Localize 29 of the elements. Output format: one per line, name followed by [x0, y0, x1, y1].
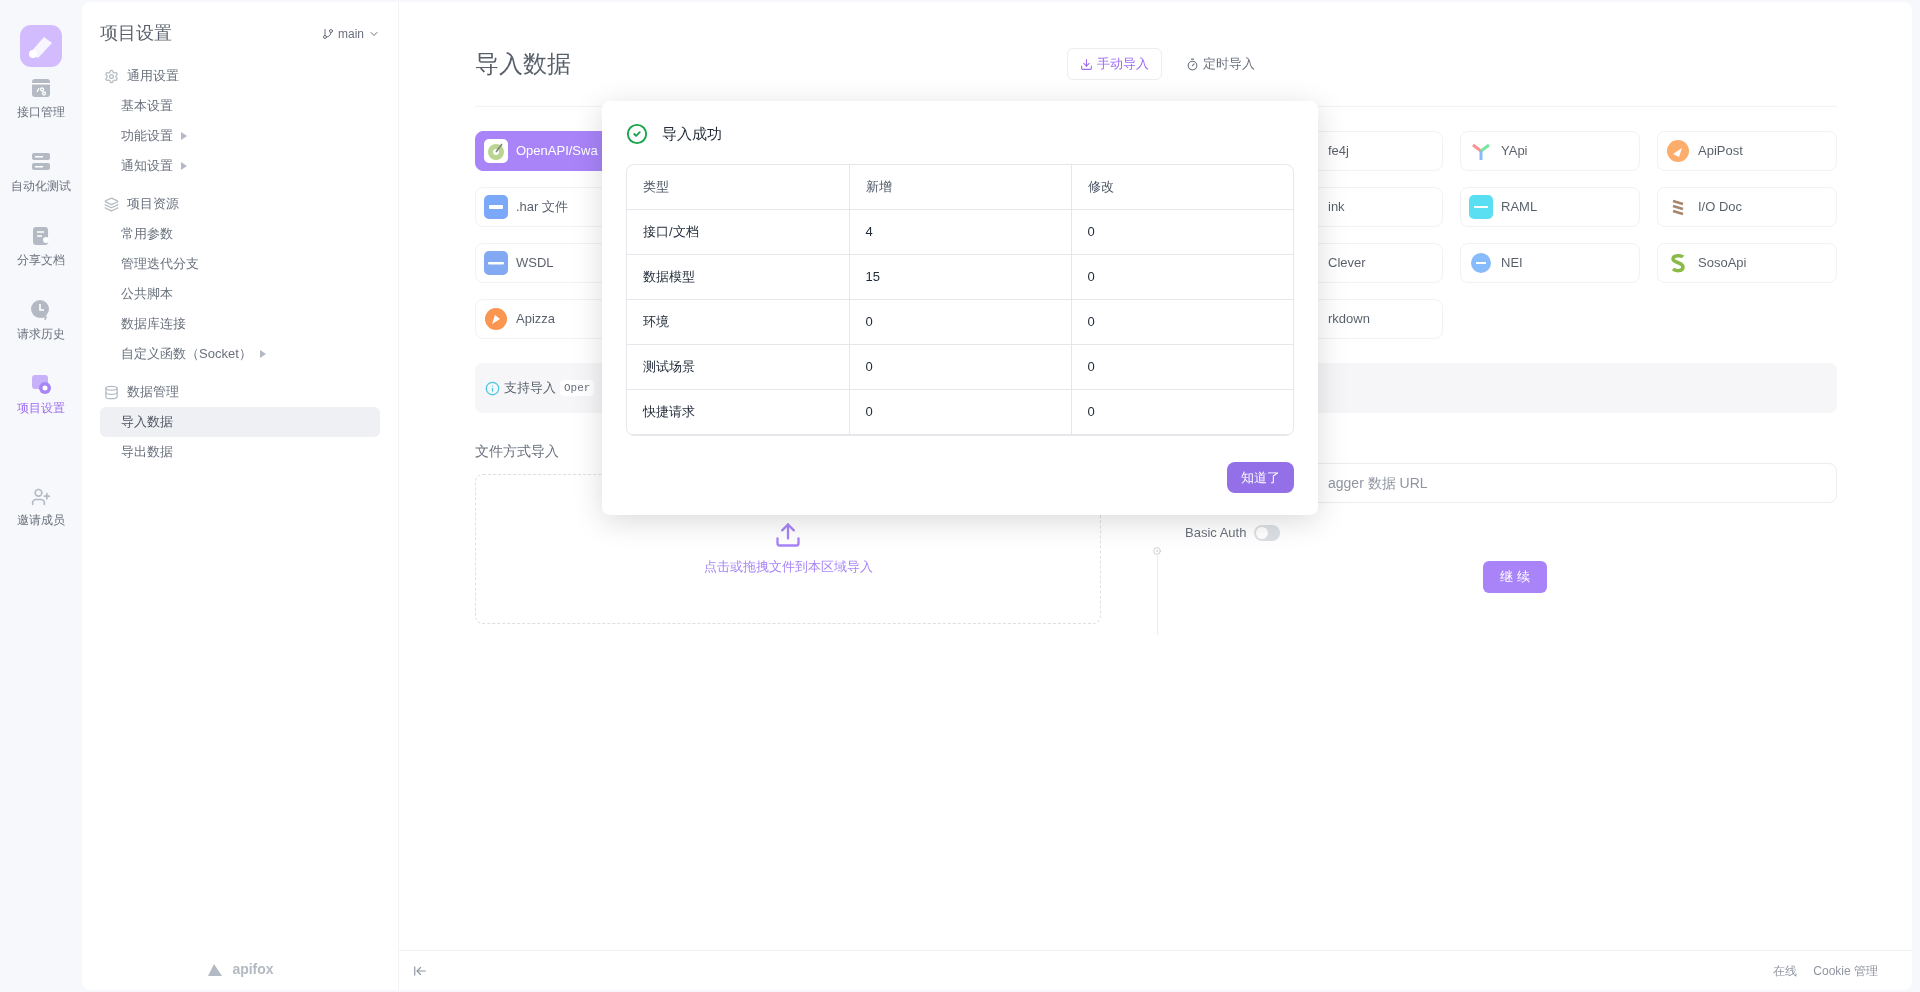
menu-group-label: 数据管理: [127, 383, 179, 402]
table-cell: 接口/文档: [627, 209, 849, 255]
column-header: 修改: [1071, 164, 1293, 210]
basic-auth-label: Basic Auth: [1185, 524, 1247, 542]
table-cell: 0: [849, 344, 1071, 390]
table-cell: 4: [849, 209, 1071, 255]
table-cell: 15: [849, 254, 1071, 300]
table-cell: 0: [1071, 209, 1293, 255]
format-tag: Oper: [560, 379, 595, 397]
table-cell: 0: [1071, 299, 1293, 345]
brand-name: apifox: [232, 960, 274, 979]
table-cell: 0: [1071, 344, 1293, 390]
table-cell: 数据模型: [627, 254, 849, 300]
section-title: 文件方式导入: [475, 442, 560, 461]
table-cell: 测试场景: [627, 344, 849, 390]
support-label: 支持导入: [504, 379, 556, 398]
menu-group-label: 项目资源: [127, 195, 179, 214]
table-cell: 环境: [627, 299, 849, 345]
column-header: 类型: [627, 164, 849, 210]
table-cell: 0: [1071, 389, 1293, 435]
sidebar-title: 项目设置: [100, 22, 172, 45]
menu-group-label: 通用设置: [127, 67, 179, 86]
table-cell: 0: [849, 389, 1071, 435]
table-cell: 0: [1071, 254, 1293, 300]
table-cell: 0: [849, 299, 1071, 345]
column-header: 新增: [849, 164, 1071, 210]
dialog-title: 导入成功: [662, 124, 722, 144]
page-title: 导入数据: [475, 49, 572, 79]
table-cell: 快捷请求: [627, 389, 849, 435]
